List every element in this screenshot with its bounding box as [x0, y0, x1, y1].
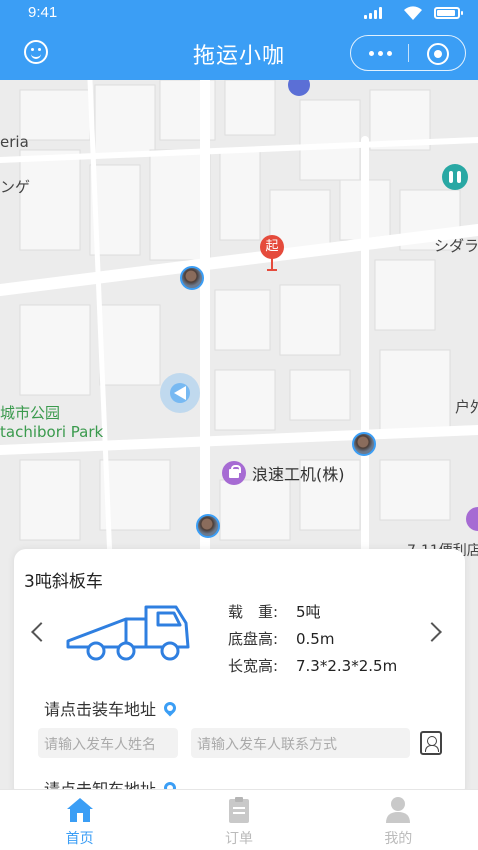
vehicle-name: 3吨斜板车 — [24, 572, 103, 592]
load-address-label: 请点击装车地址 — [44, 700, 157, 719]
clipboard-icon — [228, 797, 249, 823]
start-marker-label: 起 — [260, 235, 284, 259]
status-bar: 9:41 — [0, 0, 478, 26]
current-location-icon — [160, 373, 200, 413]
spec-row-chassis: 底盘高: 0.5m — [228, 630, 335, 648]
driver-avatar[interactable] — [352, 432, 376, 456]
map-label-park-en: tachibori Park — [0, 423, 104, 441]
map-label: シダラ — [434, 237, 478, 255]
location-pin-icon — [161, 699, 179, 717]
home-icon — [66, 798, 93, 822]
poi-shop[interactable]: 浪速工机(株) — [222, 461, 345, 485]
user-icon — [386, 797, 411, 823]
toilet-icon[interactable] — [442, 164, 468, 190]
tab-bar: 首页 订单 我的 — [0, 789, 478, 850]
spec-row-dimensions: 长宽高: 7.3*2.3*2.5m — [228, 657, 398, 675]
close-program-icon[interactable] — [427, 43, 449, 65]
vehicle-card: 3吨斜板车 载 重: 5吨 底盘高: 0.5m 长宽高: 7.3*2.3*2.5m 请… — [14, 549, 465, 799]
mini-program-capsule — [350, 35, 466, 71]
tab-profile[interactable]: 我的 — [319, 790, 478, 850]
tab-label: 我的 — [384, 831, 413, 847]
shopping-bag-icon — [222, 461, 246, 485]
start-marker[interactable]: 起 — [260, 235, 284, 275]
tab-label: 首页 — [65, 831, 94, 847]
more-icon[interactable] — [365, 44, 395, 62]
driver-avatar[interactable] — [196, 514, 220, 538]
tab-label: 订单 — [224, 831, 253, 847]
battery-icon — [434, 7, 463, 19]
map-label: 户外 — [455, 398, 478, 416]
sender-name-input[interactable]: 请输入发车人姓名 — [38, 728, 178, 758]
top-bar: 9:41 拖运小咖 — [0, 0, 478, 80]
wifi-icon — [404, 6, 422, 20]
map-label: eria — [0, 133, 29, 151]
load-address-button[interactable]: 请点击装车地址 — [44, 696, 179, 720]
tab-home[interactable]: 首页 — [0, 790, 159, 850]
flatbed-truck-icon — [66, 605, 190, 661]
chevron-left-icon[interactable] — [31, 622, 51, 642]
sender-phone-input[interactable]: 请输入发车人联系方式 — [191, 728, 410, 758]
status-time: 9:41 — [28, 4, 58, 21]
capsule-divider — [408, 44, 409, 62]
tab-orders[interactable]: 订单 — [159, 790, 318, 850]
chevron-right-icon[interactable] — [422, 622, 442, 642]
vehicle-specs: 载 重: 5吨 底盘高: 0.5m 长宽高: 7.3*2.3*2.5m — [228, 599, 397, 680]
map-label-park: 城市公园 — [0, 404, 61, 422]
signal-icon — [364, 7, 382, 19]
poi-name: 浪速工机(株) — [252, 465, 345, 484]
spec-row-load: 载 重: 5吨 — [228, 603, 321, 621]
map-label: ンゲ — [0, 178, 31, 196]
driver-avatar[interactable] — [180, 266, 204, 290]
contacts-icon[interactable] — [420, 731, 442, 755]
